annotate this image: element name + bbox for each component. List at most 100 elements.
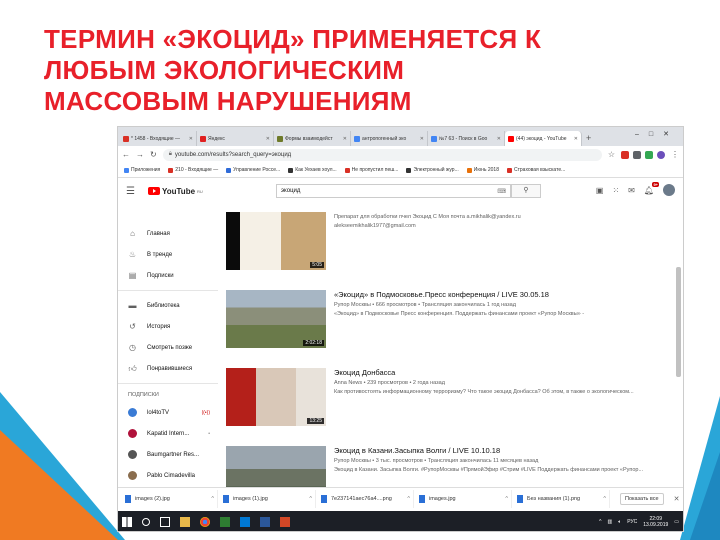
sidebar-item-subscriptions[interactable]: ▤ Подписки: [118, 265, 218, 286]
close-icon[interactable]: ✕: [189, 136, 193, 142]
extensions: [621, 150, 665, 159]
download-item[interactable]: images (1).jpg ^: [220, 490, 316, 508]
profile-icon[interactable]: [657, 150, 665, 159]
download-filename: images (1).jpg: [233, 496, 268, 502]
sidebar-item-home[interactable]: ⌂ Главная: [118, 223, 218, 244]
address-bar[interactable]: 🔒︎ youtube.com/results?search_query=экоци…: [162, 148, 602, 161]
network-icon[interactable]: ▥: [607, 519, 612, 525]
back-icon[interactable]: ←: [122, 150, 130, 159]
language-indicator[interactable]: РУС: [627, 519, 637, 525]
search-icon[interactable]: [142, 518, 150, 526]
subscription-item[interactable]: Kapatid Intern... •: [118, 423, 218, 444]
subscription-item[interactable]: Baumgartner Res...: [118, 444, 218, 465]
close-icon[interactable]: ✕: [574, 136, 578, 142]
new-tab-button[interactable]: +: [586, 131, 591, 146]
mail-icon[interactable]: [240, 517, 250, 527]
tab-google-2[interactable]: №7 63 - Поиск в Goo ✕: [428, 131, 505, 146]
subscription-item[interactable]: Pablo Cimadevilla: [118, 465, 218, 486]
video-result[interactable]: 13:25 Экоцид Донбасса Anna News • 239 пр…: [226, 365, 676, 443]
folder-icon[interactable]: [180, 517, 190, 527]
bookmark-item[interactable]: Не пропустил пеш...: [344, 167, 398, 173]
forward-icon[interactable]: →: [136, 150, 144, 159]
tab-mail[interactable]: * 1458 - Входящие — ✕: [120, 131, 197, 146]
word-icon[interactable]: [260, 517, 270, 527]
downloads-bar: images (2).jpg ^ images (1).jpg ^ 7e237141…: [118, 487, 683, 510]
star-icon[interactable]: ☆: [608, 150, 615, 159]
extension-icon[interactable]: [645, 150, 653, 159]
extension-icon[interactable]: [633, 150, 641, 159]
sidebar-item-library[interactable]: ▬ Библиотека: [118, 295, 218, 316]
bookmark-item[interactable]: Страховая взыскате...: [506, 167, 566, 173]
chevron-up-icon[interactable]: ^: [211, 496, 214, 502]
sidebar-item-watch-later[interactable]: ◷ Смотреть позже: [118, 337, 218, 358]
video-thumbnail[interactable]: 5:05: [226, 212, 326, 270]
search-button[interactable]: ⚲: [511, 184, 541, 198]
tab-forms[interactable]: Формы взаимодейст ✕: [274, 131, 351, 146]
bookmark-item[interactable]: Приложения: [124, 167, 160, 173]
bookmark-item[interactable]: Как Уехаев хоул...: [288, 167, 337, 173]
bookmark-label: Страховая взыскате...: [513, 167, 566, 173]
apps-grid-icon[interactable]: ⁙: [612, 186, 619, 195]
video-description: alekseemikhalik1977@gmail.com: [334, 223, 416, 229]
notifications-icon[interactable]: ▭: [674, 519, 679, 525]
sidebar-item-trending[interactable]: ♨ В тренде: [118, 244, 218, 265]
chevron-up-icon[interactable]: ^: [599, 519, 601, 525]
close-icon[interactable]: ✕: [674, 495, 680, 503]
video-title[interactable]: Экоцид Донбасса: [334, 368, 634, 378]
download-item[interactable]: 7e237141aec76a4....png ^: [318, 490, 414, 508]
powerpoint-icon[interactable]: [280, 517, 290, 527]
youtube-logo[interactable]: YouTube RU: [148, 187, 203, 196]
video-result[interactable]: 2:02:18 «Экоцид» в Подмосковье.Пресс кон…: [226, 287, 676, 365]
windows-start-icon[interactable]: [122, 517, 132, 527]
close-icon[interactable]: ✕: [497, 136, 501, 142]
bookmark-item[interactable]: Управление Россе...: [226, 167, 280, 173]
task-view-icon[interactable]: [160, 517, 170, 527]
clock[interactable]: 22:09 13.09.2019: [643, 516, 668, 528]
tab-label: (44) экоцид - YouTube: [516, 135, 567, 142]
download-item[interactable]: images (2).jpg ^: [122, 490, 218, 508]
video-title[interactable]: Экоцид в Казани.Засыпка Волги / LIVE 10.…: [334, 446, 643, 456]
hamburger-menu-icon[interactable]: ☰: [126, 186, 144, 197]
bookmark-item[interactable]: 210 - Входящие —: [168, 167, 218, 173]
extension-icon[interactable]: [621, 150, 629, 159]
live-badge: ((•)): [201, 409, 210, 416]
close-icon[interactable]: ✕: [343, 136, 347, 142]
bookmark-item[interactable]: Электронный жур...: [406, 167, 459, 173]
download-item[interactable]: images.jpg ^: [416, 490, 512, 508]
video-title[interactable]: «Экоцид» в Подмосковье.Пресс конференция…: [334, 290, 584, 300]
sidebar-item-history[interactable]: ↺ История: [118, 316, 218, 337]
window-controls[interactable]: –□✕: [635, 130, 679, 138]
download-item[interactable]: Без названия (1).png ^: [514, 490, 610, 508]
chevron-up-icon[interactable]: ^: [505, 496, 508, 502]
subscription-item[interactable]: lol4toTV ((•)): [118, 402, 218, 423]
bookmark-item[interactable]: Июнь 2018: [466, 167, 499, 173]
chevron-up-icon[interactable]: ^: [603, 496, 606, 502]
volume-icon[interactable]: 🔈︎: [618, 519, 621, 525]
keyboard-icon[interactable]: ⌨: [497, 188, 506, 195]
avatar[interactable]: [663, 184, 675, 196]
search-input[interactable]: экоцид ⌨: [276, 184, 511, 198]
app-icon[interactable]: [220, 517, 230, 527]
menu-dots-icon[interactable]: ⋮: [671, 150, 679, 159]
video-thumbnail[interactable]: 13:25: [226, 368, 326, 426]
scrollbar[interactable]: [676, 267, 681, 377]
slide-title-line2: ЛЮБЫМ ЭКОЛОГИЧЕСКИМ: [44, 55, 405, 85]
chevron-up-icon[interactable]: ^: [309, 496, 312, 502]
tab-google-1[interactable]: антропогенный эко ✕: [351, 131, 428, 146]
video-result[interactable]: 5:05 Препарат для обработки пчел Экоцид …: [226, 209, 676, 287]
reload-icon[interactable]: ↻: [150, 150, 157, 159]
close-icon[interactable]: ✕: [420, 136, 424, 142]
sidebar-item-liked[interactable]: 👍︎ Понравившиеся: [118, 358, 218, 379]
tab-youtube[interactable]: (44) экоцид - YouTube ✕: [505, 131, 582, 146]
messages-icon[interactable]: ✉: [628, 186, 635, 195]
notifications-bell-icon[interactable]: 🔔︎ 9+: [644, 181, 659, 195]
chevron-up-icon[interactable]: ^: [407, 496, 410, 502]
tab-yandex[interactable]: Яндекс ✕: [197, 131, 274, 146]
youtube-header: ☰ YouTube RU экоцид ⌨ ⚲ ▣ ⁙ ✉ 🔔︎ 9+: [118, 178, 683, 204]
chrome-icon[interactable]: [200, 517, 210, 527]
close-icon[interactable]: ✕: [266, 136, 270, 142]
upload-video-icon[interactable]: ▣: [596, 186, 604, 195]
youtube-play-icon: [148, 187, 160, 195]
show-all-downloads-button[interactable]: Показать все: [620, 493, 664, 505]
video-thumbnail[interactable]: 2:02:18: [226, 290, 326, 348]
